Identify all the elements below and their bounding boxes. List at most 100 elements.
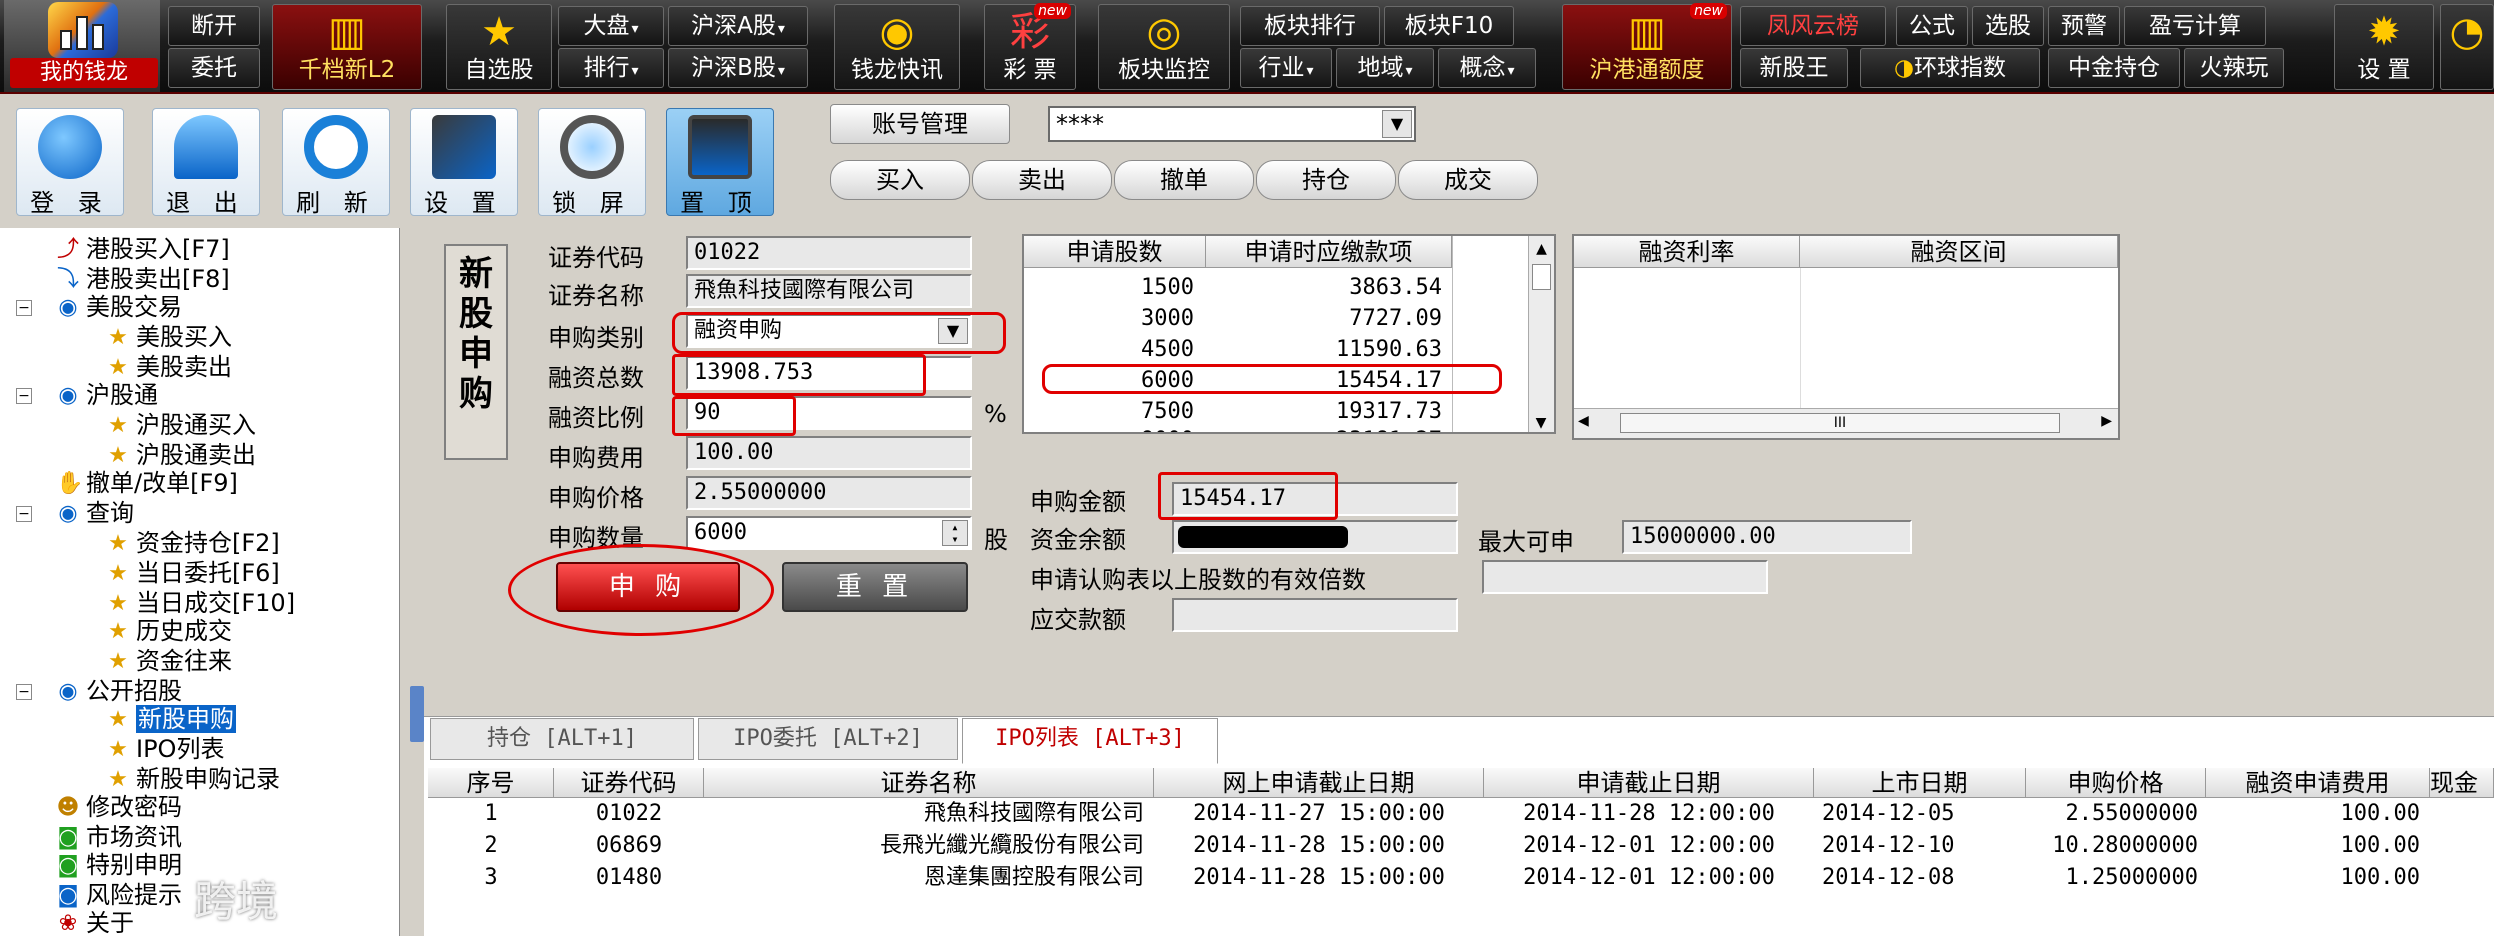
tree-item-us-sell[interactable]: ★ 美股卖出 <box>106 352 232 382</box>
sector-rank-button[interactable]: 板块排行 <box>1240 6 1380 46</box>
code-field[interactable]: 01022 <box>686 236 972 270</box>
new-stock-king-button[interactable]: 新股王 <box>1740 48 1848 88</box>
hs-b-dropdown[interactable]: 沪深B股 ▾ <box>668 48 808 88</box>
tab-ipo-orders[interactable]: IPO委托 [ALT+2] <box>698 718 958 760</box>
profit-calc-button[interactable]: 盈亏计算 <box>2124 6 2266 46</box>
ranking-dropdown[interactable]: 排行 ▾ <box>558 48 664 88</box>
tree-item-hk-sell[interactable]: ⤵ 港股卖出[F8] <box>56 264 230 294</box>
chevron-up-icon[interactable]: ▲ <box>1529 236 1554 262</box>
my-qianlong-logo[interactable]: 我的钱龙 <box>4 0 160 92</box>
account-manage-button[interactable]: 账号管理 <box>830 104 1010 144</box>
login-button[interactable]: 登 录 <box>16 108 124 217</box>
fin-total-field[interactable]: 13908.753 <box>686 356 972 390</box>
tree-item-hk-buy[interactable]: ⤴ 港股买入[F7] <box>56 234 230 264</box>
market-dropdown[interactable]: 大盘 ▾ <box>558 6 664 46</box>
collapse-toggle[interactable]: − <box>16 506 32 522</box>
tree-item-funds-position[interactable]: ★ 资金持仓[F2] <box>106 528 280 558</box>
tree-item-connect-sell[interactable]: ★ 沪股通卖出 <box>106 440 256 470</box>
cancel-order-button[interactable]: 撤单 <box>1114 160 1254 200</box>
tab-position[interactable]: 持仓 [ALT+1] <box>430 718 694 760</box>
tree-item-history-deals[interactable]: ★ 历史成交 <box>106 616 232 646</box>
table-cell[interactable]: 9000 <box>1024 425 1194 432</box>
refresh-button[interactable]: 刷 新 <box>282 108 390 217</box>
logout-button[interactable]: 退 出 <box>152 108 260 217</box>
qiandang-l2-button[interactable]: ▥ 千档新L2 <box>272 4 422 90</box>
industry-dropdown[interactable]: 行业 ▾ <box>1240 48 1332 88</box>
subscribe-button[interactable]: 申 购 <box>556 562 740 612</box>
formula-button[interactable]: 公式 <box>1896 6 1968 46</box>
fengyun-button[interactable]: 凤风云榜 <box>1740 6 1886 46</box>
table-cell[interactable]: 11590.63 <box>1206 334 1442 365</box>
tree-item-hk-connect[interactable]: ◉ 沪股通 <box>56 380 158 410</box>
setup-button[interactable]: 设 置 <box>410 108 518 217</box>
settings-button[interactable]: ✹ 设 置 <box>2334 4 2434 90</box>
table-cell[interactable]: 3863.54 <box>1206 272 1442 303</box>
more-button[interactable]: ◔ <box>2440 4 2494 90</box>
sector-monitor-button[interactable]: ◎ 板块监控 <box>1098 4 1230 90</box>
collapse-toggle[interactable]: − <box>16 684 32 700</box>
sell-button[interactable]: 卖出 <box>972 160 1112 200</box>
region-dropdown[interactable]: 地域 ▾ <box>1336 48 1434 88</box>
hot-button[interactable]: 火辣玩 <box>2184 48 2284 88</box>
hk-quota-button[interactable]: new ▥ 沪港通额度 <box>1562 3 1732 90</box>
tree-item-cancel-modify[interactable]: ✋ 撤单/改单[F9] <box>56 468 238 498</box>
tree-item-public-offer[interactable]: ◉ 公开招股 <box>56 676 182 706</box>
tree-item-change-password[interactable]: ☻ 修改密码 <box>56 792 182 822</box>
scroll-thumb[interactable]: III <box>1620 413 2060 433</box>
account-select[interactable]: **** ▼ <box>1048 106 1416 142</box>
tree-item-ipo-list[interactable]: ★ IPO列表 <box>106 734 224 764</box>
table-cell[interactable]: 7500 <box>1024 396 1194 427</box>
pick-button[interactable]: 选股 <box>1972 6 2044 46</box>
apply-table-scrollbar[interactable]: ▲ ▼ <box>1528 236 1554 432</box>
table-cell[interactable]: 3000 <box>1024 303 1194 334</box>
deal-button[interactable]: 成交 <box>1398 160 1538 200</box>
tree-item-today-orders[interactable]: ★ 当日委托[F6] <box>106 558 280 588</box>
table-cell[interactable]: 23181.27 <box>1206 425 1442 432</box>
tree-item-query[interactable]: ◉ 查询 <box>56 498 134 528</box>
rate-table-hscrollbar[interactable]: ◀ III ▶ <box>1574 408 2118 438</box>
concept-dropdown[interactable]: 概念 ▾ <box>1438 48 1536 88</box>
table-cell[interactable]: 6000 <box>1024 365 1194 396</box>
watchlist-button[interactable]: ★ 自选股 <box>446 4 552 90</box>
table-cell[interactable]: 7727.09 <box>1206 303 1442 334</box>
position-button[interactable]: 持仓 <box>1256 160 1396 200</box>
table-cell[interactable]: 15454.17 <box>1206 365 1442 396</box>
hs-a-dropdown[interactable]: 沪深A股 ▾ <box>668 6 808 46</box>
splitter-handle[interactable] <box>410 686 424 742</box>
tree-item-market-info[interactable]: ◙ 市场资讯 <box>56 822 182 852</box>
collapse-toggle[interactable]: − <box>16 388 32 404</box>
stepper-icon[interactable]: ▴ ▾ <box>942 520 968 546</box>
qty-field[interactable]: 6000 ▴ ▾ <box>686 516 972 550</box>
collapse-toggle[interactable]: − <box>16 300 32 316</box>
scroll-thumb[interactable] <box>1532 264 1551 290</box>
tree-item-connect-buy[interactable]: ★ 沪股通买入 <box>106 410 256 440</box>
delegate-button[interactable]: 委托 <box>168 48 260 88</box>
chevron-left-icon[interactable]: ◀ <box>1578 413 1589 429</box>
tree-item-ipo-subscribe[interactable]: ★ 新股申购 <box>106 704 236 734</box>
tree-item-us-buy[interactable]: ★ 美股买入 <box>106 322 232 352</box>
type-select[interactable]: 融资申购 ▼ <box>686 314 972 348</box>
zj-hold-button[interactable]: 中金持仓 <box>2048 48 2180 88</box>
table-cell[interactable]: 4500 <box>1024 334 1194 365</box>
chevron-right-icon[interactable]: ▶ <box>2101 413 2112 429</box>
fin-ratio-field[interactable]: 90 <box>686 396 972 430</box>
tree-item-today-deals[interactable]: ★ 当日成交[F10] <box>106 588 295 618</box>
tree-item-ipo-records[interactable]: ★ 新股申购记录 <box>106 764 280 794</box>
chevron-down-icon[interactable]: ▼ <box>1529 410 1553 432</box>
buy-button[interactable]: 买入 <box>830 160 970 200</box>
disconnect-button[interactable]: 断开 <box>168 6 260 46</box>
lock-screen-button[interactable]: 锁 屏 <box>538 108 646 217</box>
tree-item-us-trade[interactable]: ◉ 美股交易 <box>56 292 182 322</box>
pin-top-button[interactable]: 置 顶 <box>666 108 774 217</box>
sector-f10-button[interactable]: 板块F10 <box>1384 6 1514 46</box>
name-field[interactable]: 飛魚科技國際有限公司 <box>686 274 972 308</box>
lottery-button[interactable]: new 彩彩 票 <box>984 3 1076 90</box>
global-index-button[interactable]: ◑环球指数 <box>1860 48 2040 88</box>
tree-item-fund-transfers[interactable]: ★ 资金往来 <box>106 646 232 676</box>
table-cell[interactable]: 19317.73 <box>1206 396 1442 427</box>
alert-button[interactable]: 预警 <box>2048 6 2120 46</box>
reset-button[interactable]: 重 置 <box>782 562 968 612</box>
tab-ipo-list[interactable]: IPO列表 [ALT+3] <box>962 718 1218 764</box>
table-cell[interactable]: 1500 <box>1024 272 1194 303</box>
news-button[interactable]: ◉ 钱龙快讯 <box>834 4 960 90</box>
